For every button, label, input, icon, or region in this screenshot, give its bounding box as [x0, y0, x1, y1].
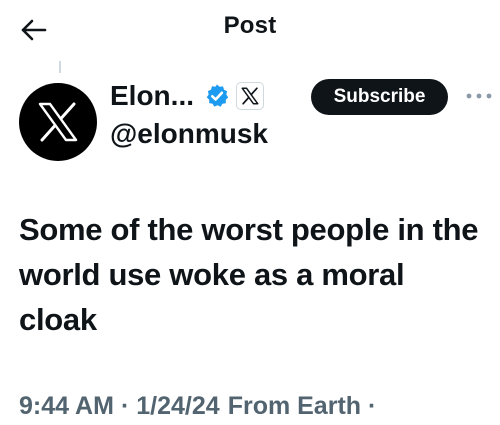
post-text: Some of the worst people in the world us…: [19, 212, 479, 337]
x-logo-icon: [241, 87, 259, 105]
affiliate-badge[interactable]: [236, 82, 264, 110]
meta-separator: ·: [120, 391, 130, 420]
top-bar: Post: [0, 0, 500, 60]
user-handle[interactable]: @elonmusk: [110, 116, 268, 152]
post-time[interactable]: 9:44 AM: [19, 392, 114, 421]
subscribe-button[interactable]: Subscribe: [311, 79, 448, 115]
page-title: Post: [223, 12, 277, 39]
thread-connector-line: [59, 61, 61, 73]
x-logo-icon: [38, 102, 78, 142]
post-date[interactable]: 1/24/24: [136, 392, 219, 421]
more-options-button[interactable]: [464, 86, 494, 106]
more-options-icon: [466, 93, 492, 99]
post-meta: 9:44 AM · 1/24/24 From Earth ·: [19, 388, 383, 424]
verified-badge-icon[interactable]: [204, 83, 230, 109]
post-source: From Earth: [227, 391, 362, 420]
author-name-row: Elon...: [110, 78, 264, 114]
display-name[interactable]: Elon...: [110, 78, 194, 114]
meta-separator-trailing: ·: [368, 391, 377, 420]
avatar[interactable]: [19, 83, 97, 161]
